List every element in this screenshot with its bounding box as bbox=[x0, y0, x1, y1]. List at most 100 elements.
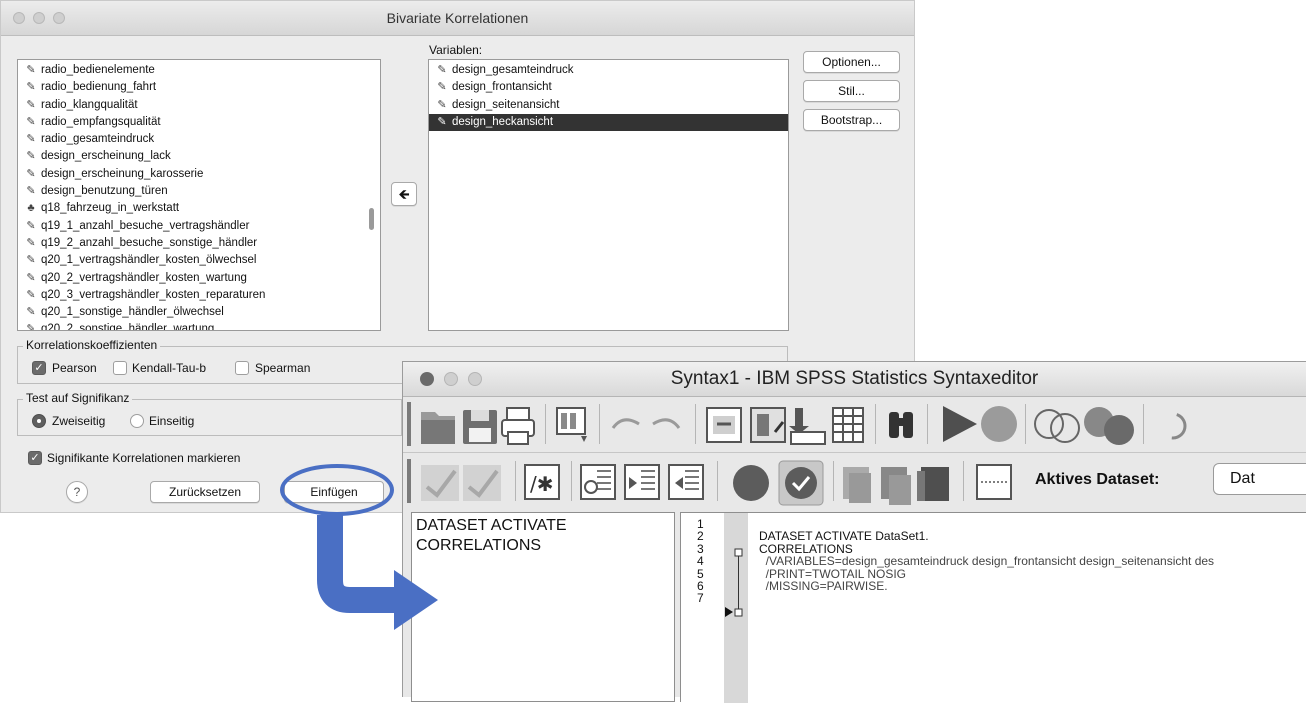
value-labels-icon[interactable] bbox=[832, 407, 864, 443]
goto-case-icon[interactable] bbox=[706, 407, 742, 443]
nav-command-item[interactable]: CORRELATIONS bbox=[416, 536, 674, 556]
line-number: 7 bbox=[697, 591, 704, 606]
variables-label: Variablen: bbox=[429, 43, 483, 57]
source-list-item[interactable]: ✎ q20_1_vertragshändler_kosten_ölwechsel bbox=[18, 252, 380, 269]
scale-icon: ✎ bbox=[26, 219, 36, 232]
source-list-item[interactable]: ✎ radio_bedienelemente bbox=[18, 62, 380, 79]
validate-all-icon[interactable] bbox=[463, 465, 501, 501]
open-file-icon[interactable] bbox=[421, 412, 455, 444]
target-list-item[interactable]: ✎ design_seitenansicht bbox=[429, 97, 788, 114]
bootstrap-button[interactable]: Bootstrap... bbox=[803, 109, 900, 131]
source-list-item[interactable]: ✎ radio_empfangsqualität bbox=[18, 114, 380, 131]
source-list-scrollbar[interactable] bbox=[369, 208, 374, 230]
scale-icon: ✎ bbox=[26, 306, 36, 319]
syntax-navigation-pane[interactable]: DATASET ACTIVATE CORRELATIONS bbox=[411, 512, 675, 702]
nav-command-item[interactable]: DATASET ACTIVATE bbox=[416, 516, 674, 536]
stop-icon[interactable] bbox=[981, 406, 1017, 442]
source-list-item[interactable]: ✎ q20_2_vertragshändler_kosten_wartung bbox=[18, 270, 380, 287]
source-item-label: q19_2_anzahl_besuche_sonstige_händler bbox=[41, 236, 258, 249]
source-item-label: radio_empfangsqualität bbox=[41, 115, 161, 128]
syntax-titlebar[interactable]: Syntax1 - IBM SPSS Statistics Syntaxedit… bbox=[403, 362, 1306, 397]
comment-icon[interactable]: /✱ bbox=[524, 464, 560, 500]
coefficients-legend: Korrelationskoeffizienten bbox=[23, 338, 161, 352]
goto-variable-icon[interactable] bbox=[750, 407, 786, 443]
fold-close-icon[interactable] bbox=[734, 608, 743, 617]
find-icon[interactable] bbox=[889, 412, 913, 438]
svg-text:/✱: /✱ bbox=[530, 472, 554, 496]
source-list-item[interactable]: ✎ design_benutzung_türen bbox=[18, 183, 380, 200]
two-tailed-label: Zweiseitig bbox=[52, 414, 106, 428]
scale-icon: ✎ bbox=[26, 236, 36, 249]
target-list-item[interactable]: ✎ design_gesamteindruck bbox=[429, 62, 788, 79]
kendall-label: Kendall-Tau-b bbox=[132, 361, 207, 375]
syntax-editor-window: Syntax1 - IBM SPSS Statistics Syntaxedit… bbox=[402, 361, 1306, 703]
reset-button[interactable]: Zurücksetzen bbox=[150, 481, 260, 503]
source-item-label: radio_bedienung_fahrt bbox=[41, 81, 157, 94]
spearman-label: Spearman bbox=[255, 361, 311, 375]
move-variable-button[interactable]: 🡸 bbox=[391, 182, 417, 206]
bookmark-check-icon[interactable] bbox=[778, 460, 824, 506]
toolbar-overflow-icon[interactable] bbox=[1159, 412, 1187, 440]
scale-icon: ✎ bbox=[26, 64, 36, 76]
two-tailed-radio[interactable] bbox=[32, 414, 46, 428]
fold-open-icon[interactable] bbox=[734, 548, 743, 557]
auto-indent-icon[interactable] bbox=[668, 464, 704, 500]
paste-button[interactable]: Einfügen bbox=[284, 481, 384, 503]
split-file-icon[interactable] bbox=[1034, 409, 1080, 443]
target-variable-list[interactable]: ✎ design_gesamteindruck ✎ design_frontansic… bbox=[428, 59, 789, 331]
spearman-checkbox[interactable] bbox=[235, 361, 249, 375]
show-line-numbers-icon[interactable] bbox=[976, 464, 1012, 500]
redo-icon[interactable] bbox=[652, 418, 681, 429]
target-item-label: design_frontansicht bbox=[452, 81, 552, 94]
prev-bookmark-icon[interactable] bbox=[881, 467, 911, 505]
next-bookmark-icon[interactable] bbox=[843, 467, 871, 503]
source-list-item[interactable]: ✎ q20_1_sonstige_händler_ölwechsel bbox=[18, 304, 380, 321]
pearson-checkbox[interactable]: ✓ bbox=[32, 361, 46, 375]
syntax-code-pane[interactable]: 1234567 DATASET ACTIVATE DataSet1. CORREL… bbox=[680, 512, 1306, 703]
dialog-titlebar[interactable]: Bivariate Korrelationen bbox=[1, 1, 914, 36]
source-list-item[interactable]: ✎ design_erscheinung_lack bbox=[18, 148, 380, 165]
target-list-item[interactable]: ✎ design_frontansicht bbox=[429, 79, 788, 96]
breakpoint-icon[interactable] bbox=[733, 465, 769, 501]
dialog-recall-icon[interactable] bbox=[556, 407, 587, 442]
print-icon[interactable] bbox=[501, 407, 535, 445]
toolbar-grip bbox=[407, 459, 411, 503]
weight-cases-icon[interactable] bbox=[1084, 407, 1134, 445]
code-line: /VARIABLES=design_gesamteindruck design_… bbox=[759, 554, 1215, 569]
target-list-item[interactable]: ✎ design_heckansicht bbox=[429, 113, 788, 132]
source-list-item[interactable]: ✎ radio_gesamteindruck bbox=[18, 131, 380, 148]
help-icon: ? bbox=[73, 485, 81, 499]
validate-icon[interactable] bbox=[421, 465, 459, 501]
source-list-item[interactable]: ✎ radio_klangqualität bbox=[18, 97, 380, 114]
callout-arrow-icon bbox=[317, 515, 398, 613]
code-text[interactable]: DATASET ACTIVATE DataSet1. CORRELATIONS /… bbox=[759, 518, 1214, 605]
source-variable-list[interactable]: ✎ radio_bedienelemente ✎ radio_bedienung_fa… bbox=[17, 59, 381, 331]
style-button[interactable]: Stil... bbox=[803, 80, 900, 102]
flag-significant-checkbox[interactable]: ✓ bbox=[28, 451, 42, 465]
save-icon[interactable] bbox=[463, 410, 497, 444]
undo-icon[interactable] bbox=[611, 418, 640, 429]
source-list-item[interactable]: ✎ design_erscheinung_karosserie bbox=[18, 166, 380, 183]
one-tailed-radio[interactable] bbox=[130, 414, 144, 428]
source-list-item[interactable]: ✎ q20_2_sonstige_händler_wartung bbox=[18, 321, 380, 331]
indent-icon[interactable] bbox=[624, 464, 660, 500]
toolbar-row-2: /✱ Aktives Dataset: Dat bbox=[403, 453, 1306, 509]
active-dataset-select[interactable]: Dat bbox=[1213, 463, 1306, 495]
kendall-checkbox[interactable] bbox=[113, 361, 127, 375]
run-selection-icon[interactable] bbox=[943, 406, 977, 442]
source-list-item[interactable]: ♣ q18_fahrzeug_in_werkstatt bbox=[18, 200, 380, 217]
outdent-icon[interactable] bbox=[580, 464, 616, 500]
options-button[interactable]: Optionen... bbox=[803, 51, 900, 73]
variables-icon[interactable] bbox=[789, 408, 826, 445]
source-list-item[interactable]: ✎ q19_2_anzahl_besuche_sonstige_händler bbox=[18, 235, 380, 252]
source-list-item[interactable]: ✎ q19_1_anzahl_besuche_vertragshändler bbox=[18, 218, 380, 235]
flag-significant-label: Signifikante Korrelationen markieren bbox=[47, 451, 241, 465]
clear-bookmarks-icon[interactable] bbox=[917, 467, 949, 501]
source-list-item[interactable]: ✎ radio_bedienung_fahrt bbox=[18, 79, 380, 96]
source-list-item[interactable]: ✎ q20_3_vertragshändler_kosten_reparature… bbox=[18, 287, 380, 304]
scale-icon: ✎ bbox=[26, 167, 36, 180]
source-item-label: q20_2_sonstige_händler_wartung bbox=[41, 323, 215, 331]
scale-icon: ✎ bbox=[26, 81, 36, 94]
help-button[interactable]: ? bbox=[66, 481, 88, 503]
